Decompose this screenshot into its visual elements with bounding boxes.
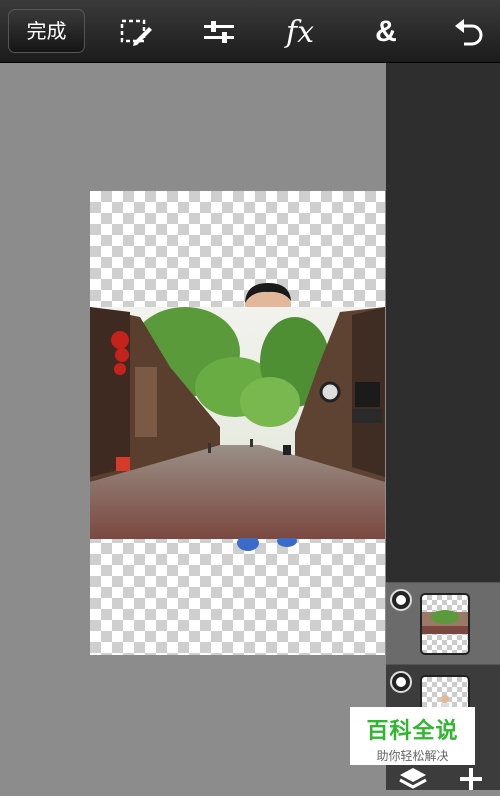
watermark-logo: 百科全说 助你轻松解决 bbox=[350, 707, 475, 765]
person-feet-cutout bbox=[237, 538, 297, 551]
street-scene-photo bbox=[90, 307, 385, 539]
fx-label: fx bbox=[285, 14, 315, 50]
blend-ampersand-icon[interactable]: & bbox=[366, 12, 406, 52]
fx-effects-icon[interactable]: fx bbox=[280, 12, 320, 52]
undo-icon[interactable] bbox=[449, 12, 489, 52]
layer-row-street-photo[interactable] bbox=[386, 582, 500, 664]
watermark-subtitle: 助你轻松解决 bbox=[376, 749, 449, 763]
add-layer-icon[interactable] bbox=[458, 766, 484, 796]
ampersand-label: & bbox=[375, 15, 397, 48]
layer-visibility-radio[interactable] bbox=[390, 671, 412, 693]
done-button[interactable]: 完成 bbox=[8, 9, 85, 53]
selection-edit-icon[interactable] bbox=[116, 12, 156, 52]
document-canvas[interactable] bbox=[90, 191, 385, 655]
layer-visibility-radio[interactable] bbox=[390, 589, 412, 611]
watermark-title: 百科全说 bbox=[366, 719, 459, 744]
layer-thumbnail bbox=[420, 593, 470, 655]
sliders-adjust-icon[interactable] bbox=[199, 12, 239, 52]
top-toolbar: 完成 fx & bbox=[0, 0, 500, 63]
